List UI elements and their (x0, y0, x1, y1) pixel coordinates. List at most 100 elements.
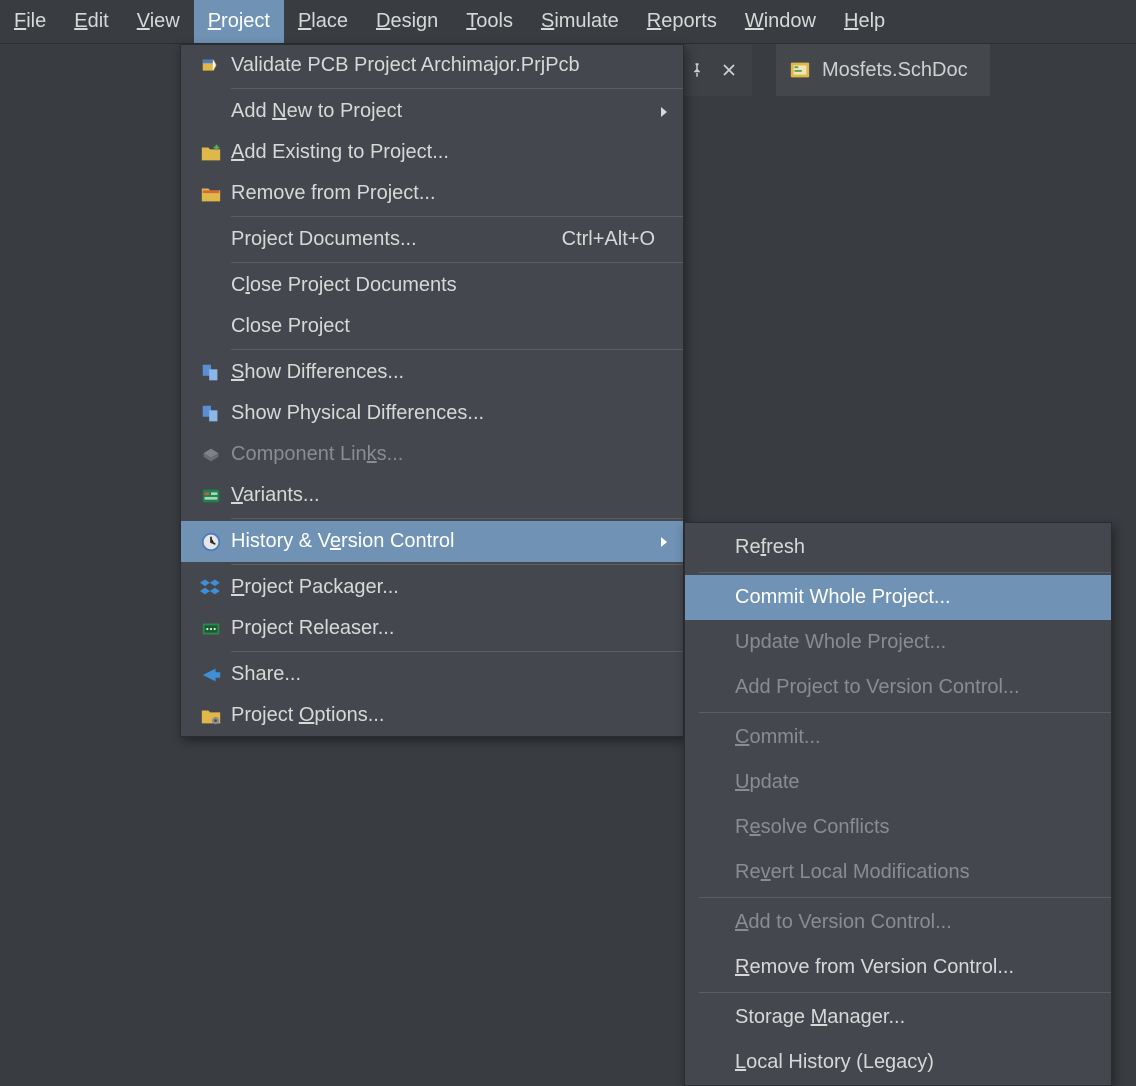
menu-show-physical-differences[interactable]: Show Physical Differences... (181, 393, 683, 434)
menu-help[interactable]: Help (830, 0, 899, 43)
separator (231, 216, 683, 217)
menu-project-packager[interactable]: Project Packager... (181, 567, 683, 608)
submenu-refresh-label: Refresh (735, 536, 1101, 559)
submenu-arrow-icon (661, 107, 667, 117)
separator (699, 572, 1111, 573)
menu-file[interactable]: File (0, 0, 60, 43)
menu-show-diff-label: Show Differences... (231, 361, 673, 384)
tab-controls (684, 44, 752, 96)
menu-window[interactable]: Window (731, 0, 830, 43)
submenu-storage-manager[interactable]: Storage Manager... (685, 995, 1111, 1040)
menu-remove-from-project[interactable]: Remove from Project... (181, 173, 683, 214)
separator (699, 992, 1111, 993)
menu-add-new-label: Add New to Project (231, 100, 661, 123)
submenu-resolve-label: Resolve Conflicts (735, 816, 1101, 839)
separator (699, 897, 1111, 898)
menu-remove-label: Remove from Project... (231, 182, 673, 205)
diff-icon (199, 361, 223, 385)
folder-gear-icon (199, 704, 223, 728)
menu-add-existing-label: Add Existing to Project... (231, 141, 673, 164)
menu-component-links[interactable]: Component Links... (181, 434, 683, 475)
menu-history-version-control[interactable]: History & Version Control (181, 521, 683, 562)
menu-share-label: Share... (231, 663, 673, 686)
menu-show-differences[interactable]: Show Differences... (181, 352, 683, 393)
menu-variants-label: Variants... (231, 484, 673, 507)
menu-proj-docs-label: Project Documents... (231, 228, 562, 251)
submenu-update[interactable]: Update (685, 760, 1111, 805)
menu-project-options[interactable]: Project Options... (181, 695, 683, 736)
submenu-add-project-vc-label: Add Project to Version Control... (735, 676, 1101, 699)
menu-show-phys-label: Show Physical Differences... (231, 402, 673, 425)
separator (231, 564, 683, 565)
history-icon (199, 530, 223, 554)
submenu-arrow-icon (661, 537, 667, 547)
folder-add-icon (199, 141, 223, 165)
submenu-refresh[interactable]: Refresh (685, 525, 1111, 570)
submenu-update-whole-project[interactable]: Update Whole Project... (685, 620, 1111, 665)
submenu-resolve-conflicts[interactable]: Resolve Conflicts (685, 805, 1111, 850)
document-tab-label: Mosfets.SchDoc (822, 59, 968, 82)
menu-history-label: History & Version Control (231, 530, 661, 553)
submenu-remove-vc[interactable]: Remove from Version Control... (685, 945, 1111, 990)
variants-icon (199, 484, 223, 508)
project-menu-dropdown: Validate PCB Project Archimajor.PrjPcb A… (180, 44, 684, 737)
submenu-commit-whole-project[interactable]: Commit Whole Project... (685, 575, 1111, 620)
menu-place[interactable]: Place (284, 0, 362, 43)
menu-comp-links-label: Component Links... (231, 443, 673, 466)
separator (231, 349, 683, 350)
menu-project-releaser[interactable]: Project Releaser... (181, 608, 683, 649)
submenu-revert-label: Revert Local Modifications (735, 861, 1101, 884)
submenu-update-whole-label: Update Whole Project... (735, 631, 1101, 654)
menu-project-documents[interactable]: Project Documents... Ctrl+Alt+O (181, 219, 683, 260)
separator (231, 262, 683, 263)
close-icon[interactable] (720, 61, 738, 79)
menu-close-docs-label: Close Project Documents (231, 274, 673, 297)
component-icon (199, 443, 223, 467)
menu-project[interactable]: Project (194, 0, 284, 43)
menu-close-project[interactable]: Close Project (181, 306, 683, 347)
submenu-commit-label: Commit... (735, 726, 1101, 749)
menu-close-proj-label: Close Project (231, 315, 673, 338)
share-icon (199, 663, 223, 687)
submenu-revert[interactable]: Revert Local Modifications (685, 850, 1111, 895)
schematic-doc-icon (788, 58, 812, 82)
menu-validate-label: Validate PCB Project Archimajor.PrjPcb (231, 54, 673, 77)
separator (231, 88, 683, 89)
separator (231, 651, 683, 652)
menu-options-label: Project Options... (231, 704, 673, 727)
separator (699, 712, 1111, 713)
folder-remove-icon (199, 182, 223, 206)
diff-icon (199, 402, 223, 426)
menu-reports[interactable]: Reports (633, 0, 731, 43)
menu-design[interactable]: Design (362, 0, 452, 43)
menu-packager-label: Project Packager... (231, 576, 673, 599)
version-control-submenu: Refresh Commit Whole Project... Update W… (684, 522, 1112, 1086)
menu-simulate[interactable]: Simulate (527, 0, 633, 43)
menu-proj-docs-shortcut: Ctrl+Alt+O (562, 228, 655, 251)
submenu-add-project-vc[interactable]: Add Project to Version Control... (685, 665, 1111, 710)
menu-close-documents[interactable]: Close Project Documents (181, 265, 683, 306)
menu-edit[interactable]: Edit (60, 0, 122, 43)
validate-icon (199, 54, 223, 78)
menu-validate-project[interactable]: Validate PCB Project Archimajor.PrjPcb (181, 45, 683, 86)
submenu-storage-label: Storage Manager... (735, 1006, 1101, 1029)
submenu-local-history-label: Local History (Legacy) (735, 1051, 1101, 1074)
submenu-update-label: Update (735, 771, 1101, 794)
submenu-commit[interactable]: Commit... (685, 715, 1111, 760)
submenu-add-vc[interactable]: Add to Version Control... (685, 900, 1111, 945)
menu-variants[interactable]: Variants... (181, 475, 683, 516)
menu-add-existing[interactable]: Add Existing to Project... (181, 132, 683, 173)
submenu-local-history[interactable]: Local History (Legacy) (685, 1040, 1111, 1085)
releaser-icon (199, 617, 223, 641)
menu-view[interactable]: View (123, 0, 194, 43)
dropbox-icon (199, 576, 223, 600)
pin-icon[interactable] (688, 61, 706, 79)
separator (231, 518, 683, 519)
document-tab[interactable]: Mosfets.SchDoc (776, 44, 990, 96)
submenu-add-vc-label: Add to Version Control... (735, 911, 1101, 934)
menu-share[interactable]: Share... (181, 654, 683, 695)
menu-tools[interactable]: Tools (452, 0, 527, 43)
menubar: File Edit View Project Place Design Tool… (0, 0, 1136, 44)
menu-add-new[interactable]: Add New to Project (181, 91, 683, 132)
submenu-remove-vc-label: Remove from Version Control... (735, 956, 1101, 979)
